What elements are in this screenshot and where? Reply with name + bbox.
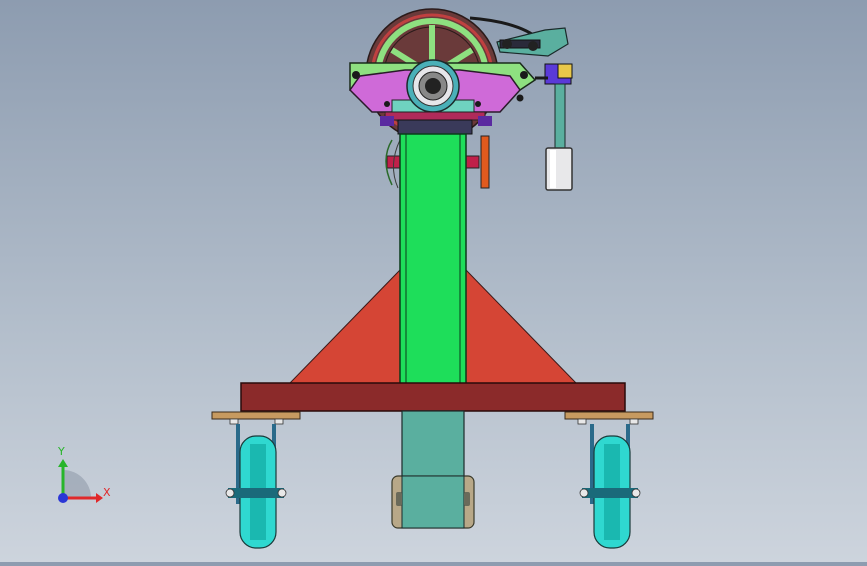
side-block-right — [478, 116, 492, 126]
tensioner-arm[interactable] — [496, 27, 569, 57]
bearing[interactable] — [406, 59, 460, 113]
lower-column-front — [401, 475, 465, 529]
base-beam[interactable] — [240, 382, 626, 412]
z-axis-icon — [58, 493, 68, 503]
foot-slot — [396, 492, 402, 506]
y-axis-label: Y — [57, 445, 65, 458]
mount-plate — [384, 111, 486, 121]
main-column[interactable] — [399, 133, 467, 385]
caster-left[interactable] — [211, 411, 301, 549]
bolt-hole — [475, 101, 481, 107]
handle-bar[interactable] — [480, 135, 490, 189]
weight-assembly[interactable] — [535, 63, 573, 191]
cad-viewport[interactable]: X Y — [0, 0, 867, 562]
orientation-triad[interactable]: X Y — [57, 445, 111, 503]
caster-right[interactable] — [564, 411, 654, 549]
mount-plate-lower — [397, 119, 473, 135]
bolt-hole — [520, 71, 528, 79]
handle-stop — [464, 155, 480, 169]
gusset-left[interactable] — [288, 268, 401, 384]
bolt-hole — [516, 94, 524, 102]
model-view[interactable]: X Y — [0, 0, 867, 562]
triad-arc — [63, 470, 91, 498]
y-arrow-icon — [58, 459, 68, 467]
side-block-left — [380, 116, 394, 126]
x-arrow-icon — [96, 493, 103, 503]
x-axis-label: X — [103, 486, 111, 499]
foot-slot — [464, 492, 470, 506]
bolt-hole — [384, 101, 390, 107]
gusset-right[interactable] — [465, 268, 578, 384]
